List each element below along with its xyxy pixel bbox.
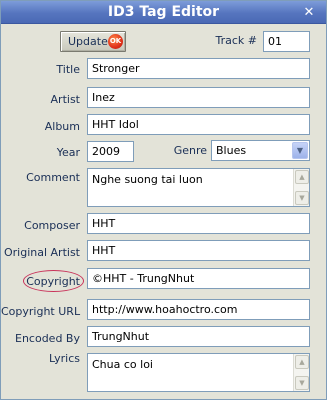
- chevron-up-icon[interactable]: ▲: [295, 355, 309, 369]
- title-label: Title: [56, 63, 80, 76]
- encoded-by-label: Encoded By: [15, 332, 80, 345]
- chevron-down-icon[interactable]: ▼: [295, 376, 309, 390]
- composer-input[interactable]: HHT: [87, 213, 310, 234]
- original-artist-input[interactable]: HHT: [87, 240, 310, 261]
- comment-textarea[interactable]: Nghe suong tai luon ▲ ▼: [87, 168, 310, 207]
- lyrics-scrollbar[interactable]: ▲ ▼: [293, 354, 309, 391]
- artist-label: Artist: [50, 93, 80, 106]
- track-input[interactable]: 01: [263, 31, 310, 52]
- title-input[interactable]: Stronger: [87, 58, 310, 79]
- comment-scrollbar[interactable]: ▲ ▼: [293, 169, 309, 206]
- comment-text: Nghe suong tai luon: [92, 173, 203, 186]
- title-bar[interactable]: ID3 Tag Editor ✕: [1, 1, 326, 24]
- genre-label: Genre: [173, 144, 207, 157]
- lyrics-text: Chua co loi: [92, 358, 153, 371]
- genre-selected-value: Blues: [216, 144, 247, 157]
- close-icon[interactable]: ✕: [301, 5, 317, 20]
- update-button-label: Update: [68, 35, 108, 48]
- composer-label: Composer: [24, 219, 80, 232]
- chevron-up-icon[interactable]: ▲: [295, 170, 309, 184]
- id3-tag-editor-window: ID3 Tag Editor ✕ Update OK Track # 01 Ti…: [0, 0, 327, 400]
- artist-input[interactable]: Inez: [87, 87, 310, 108]
- lyrics-label: Lyrics: [49, 352, 80, 365]
- original-artist-label: Original Artist: [3, 246, 80, 259]
- update-button[interactable]: Update OK: [60, 31, 126, 52]
- track-label: Track #: [215, 34, 258, 47]
- copyright-label: Copyright: [26, 275, 80, 288]
- window-title: ID3 Tag Editor: [107, 4, 220, 20]
- album-label: Album: [44, 120, 80, 133]
- chevron-down-icon[interactable]: ▼: [295, 191, 309, 205]
- copyright-url-label: Copyright URL: [1, 305, 81, 318]
- encoded-by-input[interactable]: TrungNhut: [87, 326, 310, 347]
- genre-select[interactable]: Blues ▼: [211, 140, 310, 161]
- copyright-input[interactable]: ©HHT - TrungNhut: [87, 268, 310, 289]
- copyright-url-input[interactable]: http://www.hoahoctro.com: [87, 299, 310, 320]
- year-input[interactable]: 2009: [87, 141, 134, 162]
- album-input[interactable]: HHT Idol: [87, 114, 310, 135]
- ok-badge-icon: OK: [108, 34, 123, 49]
- comment-label: Comment: [26, 171, 80, 184]
- chevron-down-icon[interactable]: ▼: [292, 142, 308, 159]
- year-label: Year: [56, 146, 80, 159]
- lyrics-textarea[interactable]: Chua co loi ▲ ▼: [87, 353, 310, 392]
